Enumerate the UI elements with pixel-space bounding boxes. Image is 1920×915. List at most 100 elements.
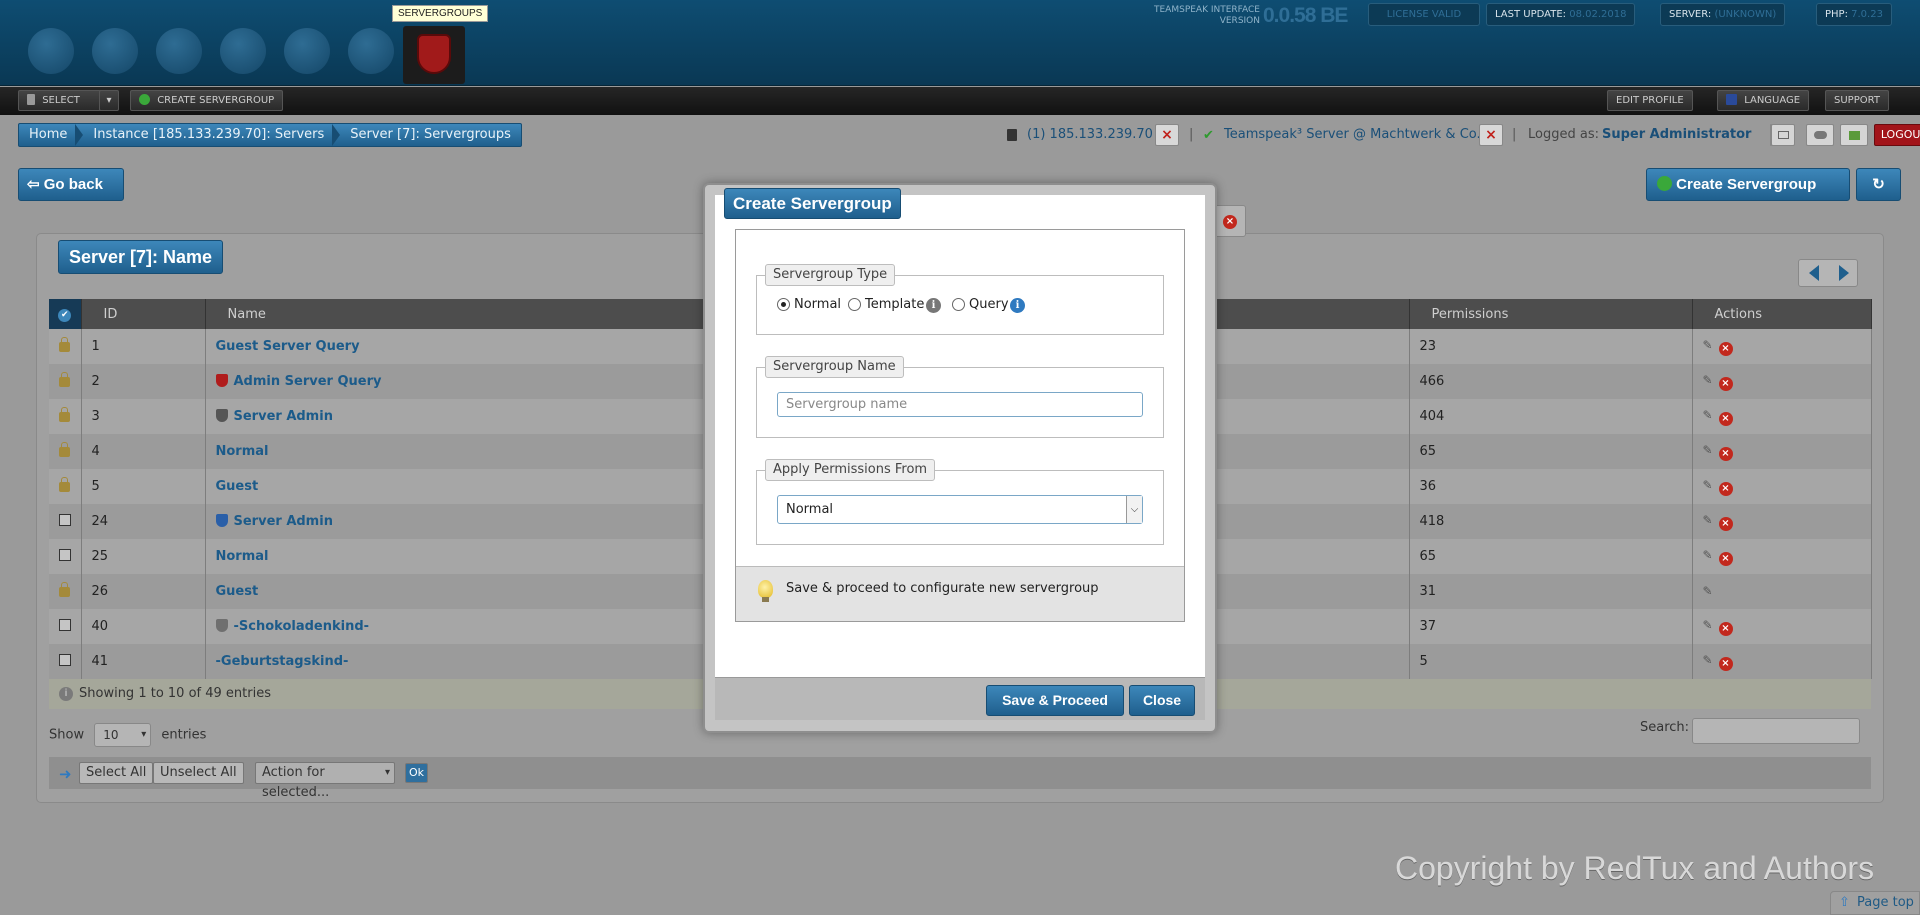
- delete-icon[interactable]: ×: [1718, 481, 1733, 496]
- next-page-icon[interactable]: [1839, 265, 1849, 281]
- servergroup-name-link[interactable]: Admin Server Query: [234, 374, 382, 389]
- delete-icon[interactable]: ×: [1718, 656, 1733, 671]
- edit-icon[interactable]: ✎: [1703, 513, 1715, 527]
- close-dialog-button[interactable]: Close: [1129, 685, 1195, 716]
- servergroup-name-link[interactable]: Guest: [216, 479, 259, 494]
- row-checkbox[interactable]: [58, 513, 71, 526]
- previous-page-icon[interactable]: [1809, 265, 1819, 281]
- page-length-select[interactable]: 10 ▾: [94, 723, 152, 747]
- row-checkbox[interactable]: [58, 548, 71, 561]
- edit-icon[interactable]: ✎: [1703, 653, 1715, 667]
- servergroup-name-input[interactable]: [777, 392, 1143, 417]
- page-top-button[interactable]: ⇧ Page top: [1830, 891, 1920, 915]
- support-button[interactable]: SUPPORT: [1825, 90, 1889, 111]
- logged-user-name[interactable]: Super Administrator: [1602, 127, 1751, 142]
- select-all-button[interactable]: Select All: [79, 762, 154, 784]
- cloud-icon: [1814, 131, 1827, 139]
- delete-icon[interactable]: ×: [1718, 551, 1733, 566]
- bulk-ok-button[interactable]: Ok: [405, 763, 429, 783]
- save-proceed-button[interactable]: Save & Proceed: [986, 685, 1124, 716]
- type-query-label[interactable]: Query: [969, 297, 1009, 312]
- breadcrumb-servergroups[interactable]: Server [7]: Servergroups: [334, 124, 521, 146]
- row-select-cell: [49, 609, 82, 644]
- row-checkbox[interactable]: [58, 653, 71, 666]
- edit-profile-button[interactable]: EDIT PROFILE: [1607, 90, 1693, 111]
- row-checkbox[interactable]: [58, 618, 71, 631]
- select-all-header[interactable]: ✔: [49, 299, 82, 329]
- query-info-icon[interactable]: i: [1010, 298, 1025, 313]
- delete-icon[interactable]: ×: [1718, 341, 1733, 356]
- type-normal-label[interactable]: Normal: [794, 297, 841, 312]
- type-template-radio[interactable]: [848, 298, 861, 311]
- delete-icon[interactable]: ×: [1718, 516, 1733, 531]
- edit-icon[interactable]: ✎: [1703, 338, 1715, 352]
- arrow-left-icon: ⇦: [27, 176, 40, 193]
- type-template-label[interactable]: Template: [865, 297, 924, 312]
- edit-icon[interactable]: ✎: [1703, 618, 1715, 632]
- type-normal-radio[interactable]: [777, 298, 790, 311]
- edit-icon[interactable]: ✎: [1703, 478, 1715, 492]
- toolbar-create-servergroup-button[interactable]: CREATE SERVERGROUP: [130, 90, 284, 111]
- plus-icon: [1657, 176, 1672, 191]
- delete-icon[interactable]: ×: [1718, 376, 1733, 391]
- edit-icon[interactable]: ✎: [1703, 373, 1715, 387]
- servergroup-name-link[interactable]: Guest: [216, 584, 259, 599]
- php-value: 7.0.23: [1851, 9, 1883, 20]
- edit-icon[interactable]: ✎: [1703, 408, 1715, 422]
- servergroups-icon[interactable]: [403, 26, 465, 84]
- refresh-button[interactable]: ↻: [1856, 168, 1901, 201]
- unselect-all-button[interactable]: Unselect All: [153, 762, 244, 784]
- instance-icon[interactable]: [156, 28, 202, 74]
- permissions-cell: 36: [1409, 469, 1693, 504]
- servers-icon[interactable]: [92, 28, 138, 74]
- globe-icon[interactable]: [220, 28, 266, 74]
- instance-status-link[interactable]: (1) 185.133.239.70: [1027, 127, 1153, 142]
- servergroup-name-link[interactable]: Normal: [216, 444, 269, 459]
- permissions-cell: 466: [1409, 364, 1693, 399]
- select-dropdown-button[interactable]: ▾: [99, 90, 119, 111]
- logout-button[interactable]: LOGOUT: [1874, 124, 1920, 146]
- search-input[interactable]: [1692, 718, 1860, 744]
- delete-icon[interactable]: ×: [1718, 621, 1733, 636]
- delete-icon[interactable]: ×: [1718, 446, 1733, 461]
- id-cell: 41: [81, 644, 206, 679]
- home-button[interactable]: [1840, 124, 1868, 146]
- breadcrumb-home[interactable]: Home: [19, 124, 84, 146]
- cloud-upload-button[interactable]: [1806, 124, 1834, 146]
- servergroup-name-link[interactable]: -Geburtstagskind-: [216, 654, 349, 669]
- servergroup-name-link[interactable]: Server Admin: [234, 514, 333, 529]
- servergroup-name-link[interactable]: -Schokoladenkind-: [234, 619, 370, 634]
- blue-badge-icon: [215, 514, 228, 527]
- column-header-id[interactable]: ID: [81, 299, 206, 329]
- dialog-title[interactable]: Create Servergroup: [724, 188, 901, 219]
- background-dialog-close-button[interactable]: ×: [1212, 205, 1246, 237]
- actions-cell: ✎ ×: [1692, 434, 1872, 469]
- bulk-action-select[interactable]: Action for selected... ▾: [255, 762, 395, 800]
- chevron-down-icon: ▾: [384, 767, 390, 778]
- type-query-radio[interactable]: [952, 298, 965, 311]
- edit-icon[interactable]: ✎: [1703, 584, 1715, 598]
- create-servergroup-button[interactable]: Create Servergroup: [1646, 168, 1850, 201]
- select-label: SELECT: [42, 95, 80, 106]
- server-instance-icon: [1007, 129, 1017, 141]
- edit-icon[interactable]: ✎: [1703, 443, 1715, 457]
- select-button[interactable]: SELECT: [18, 90, 105, 111]
- go-back-button[interactable]: ⇦ Go back: [18, 168, 124, 201]
- edit-icon[interactable]: ✎: [1703, 548, 1715, 562]
- language-button[interactable]: LANGUAGE: [1717, 90, 1810, 111]
- close-instance-button[interactable]: ×: [1155, 124, 1179, 146]
- close-server-button[interactable]: ×: [1479, 124, 1503, 146]
- folder-icon[interactable]: [348, 28, 394, 74]
- column-header-permissions[interactable]: Permissions: [1409, 299, 1693, 329]
- servergroup-name-link[interactable]: Normal: [216, 549, 269, 564]
- template-info-icon[interactable]: i: [926, 298, 941, 313]
- servergroup-name-link[interactable]: Server Admin: [234, 409, 333, 424]
- delete-icon[interactable]: ×: [1718, 411, 1733, 426]
- messages-button[interactable]: [1771, 124, 1795, 146]
- breadcrumb-instance[interactable]: Instance [185.133.239.70]: Servers: [77, 124, 341, 146]
- server-status-link[interactable]: Teamspeak³ Server @ Machtwerk & Co.: [1224, 127, 1481, 142]
- apply-permissions-select[interactable]: Normal ⌵: [777, 495, 1143, 524]
- servergroup-name-link[interactable]: Guest Server Query: [216, 339, 360, 354]
- dashboard-icon[interactable]: [28, 28, 74, 74]
- database-icon[interactable]: [284, 28, 330, 74]
